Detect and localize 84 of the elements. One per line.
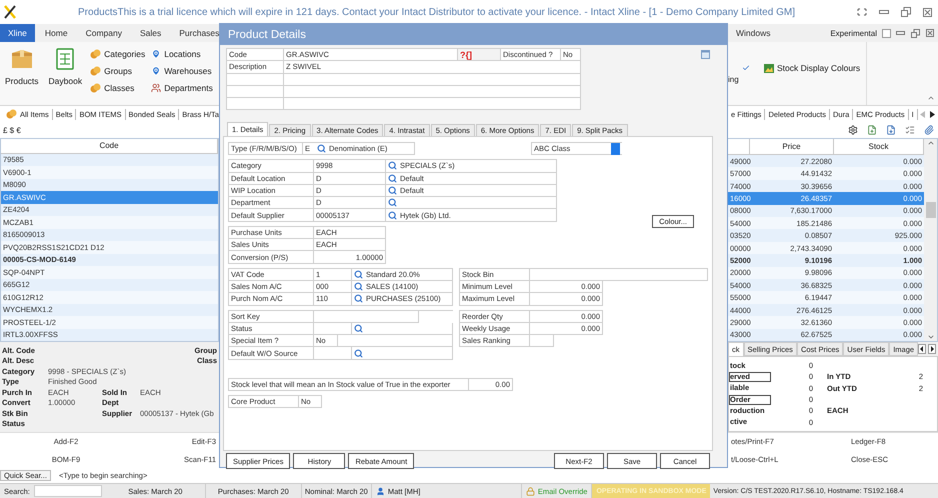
search-icon[interactable] [354, 348, 363, 358]
check-icon [742, 64, 750, 72]
ribbon-button[interactable]: Departments [151, 82, 213, 94]
experimental-checkbox[interactable] [882, 28, 891, 38]
scrollbar[interactable] [924, 139, 937, 341]
experimental-label: Experimental [830, 28, 877, 40]
coins-icon [6, 109, 17, 119]
close-icon[interactable] [923, 8, 932, 16]
ribbon-button[interactable]: Daybook [44, 42, 88, 105]
search-field[interactable] [34, 485, 102, 497]
add-document-icon[interactable] [867, 125, 877, 135]
minimize-icon[interactable] [896, 30, 905, 36]
input-field[interactable] [227, 86, 284, 98]
search-icon[interactable] [354, 282, 363, 292]
scroll-down-icon[interactable] [926, 333, 934, 341]
input-field[interactable] [530, 335, 554, 348]
currency-symbols: £ $ € [3, 126, 21, 134]
people-icon [151, 83, 162, 93]
lock-icon [526, 486, 535, 496]
input-field[interactable] [530, 268, 708, 281]
list-icon[interactable] [905, 125, 915, 135]
input-field[interactable] [284, 74, 581, 86]
input-field[interactable] [227, 74, 284, 86]
ribbon-tab[interactable]: Company [78, 24, 130, 42]
lookup-field[interactable] [352, 347, 453, 360]
ledger-icon [55, 48, 76, 70]
pin-icon [151, 49, 162, 59]
close-icon[interactable] [926, 29, 934, 37]
search-icon[interactable] [388, 174, 397, 183]
search-icon[interactable] [388, 198, 397, 208]
window-icon[interactable] [701, 50, 710, 59]
ribbon-button[interactable]: Products [0, 42, 44, 105]
ribbon-tab[interactable]: Home [36, 24, 76, 42]
search-icon[interactable] [354, 294, 363, 304]
logo-icon [4, 5, 16, 19]
ribbon-tab[interactable]: Windows [728, 24, 778, 42]
ribbon-button[interactable]: Stock Display Colours [764, 62, 860, 74]
scroll-right-icon[interactable] [930, 110, 935, 118]
coins-icon [90, 49, 102, 59]
pin-icon [151, 66, 162, 76]
dropdown-button[interactable] [611, 142, 620, 155]
search-icon[interactable] [317, 144, 326, 154]
scroll-right-icon[interactable] [928, 344, 936, 354]
collapse-icon[interactable] [927, 94, 935, 102]
search-icon[interactable] [388, 210, 397, 220]
fullscreen-icon[interactable] [857, 8, 867, 16]
scroll-thumb[interactable] [926, 202, 936, 218]
box-icon [10, 48, 34, 70]
help-icon[interactable]: ?{] [460, 50, 472, 60]
export-document-icon[interactable] [886, 125, 896, 135]
search-icon[interactable] [354, 324, 363, 333]
scroll-up-icon[interactable] [926, 139, 934, 147]
input-field[interactable] [284, 98, 581, 110]
ribbon-tab[interactable]: Sales [132, 24, 170, 42]
ribbon-tab[interactable]: Xline [0, 24, 35, 42]
input-field[interactable] [284, 86, 581, 98]
ribbon-button[interactable]: Locations [151, 48, 213, 60]
ribbon-button[interactable]: Warehouses [151, 65, 213, 77]
lookup-field[interactable] [386, 197, 557, 210]
input-field[interactable] [314, 310, 419, 323]
lookup-field[interactable] [352, 322, 453, 336]
scroll-left-icon[interactable] [918, 344, 926, 354]
search-icon[interactable] [388, 186, 397, 196]
input-field[interactable] [314, 347, 352, 360]
search-icon[interactable] [354, 270, 363, 279]
settings-icon[interactable] [848, 125, 858, 135]
coins-icon [90, 66, 102, 76]
input-field[interactable] [338, 335, 453, 348]
input-field[interactable] [227, 98, 284, 110]
ribbon-button[interactable]: Classes [90, 82, 146, 94]
minimize-icon[interactable] [879, 9, 889, 15]
coins-icon [90, 83, 102, 93]
ribbon-button[interactable]: Categories [90, 48, 146, 60]
image-icon [764, 64, 774, 72]
restore-icon[interactable] [911, 28, 920, 38]
ribbon-button[interactable]: ing [728, 74, 750, 84]
search-icon[interactable] [388, 161, 397, 170]
paperclip-icon[interactable] [924, 125, 934, 135]
dialog-title: Product Details [220, 24, 727, 45]
window-title: ProductsThis is a trial licence which will expire in 121 days. Contact your Intact Distributor to activate your licence. - Intact Xline - [1 - Demo Company Limited GM] [77, 6, 796, 18]
user-icon [376, 486, 385, 496]
input-field[interactable] [314, 322, 352, 336]
ribbon-button[interactable]: Groups [90, 65, 146, 77]
restore-icon[interactable] [901, 7, 911, 17]
